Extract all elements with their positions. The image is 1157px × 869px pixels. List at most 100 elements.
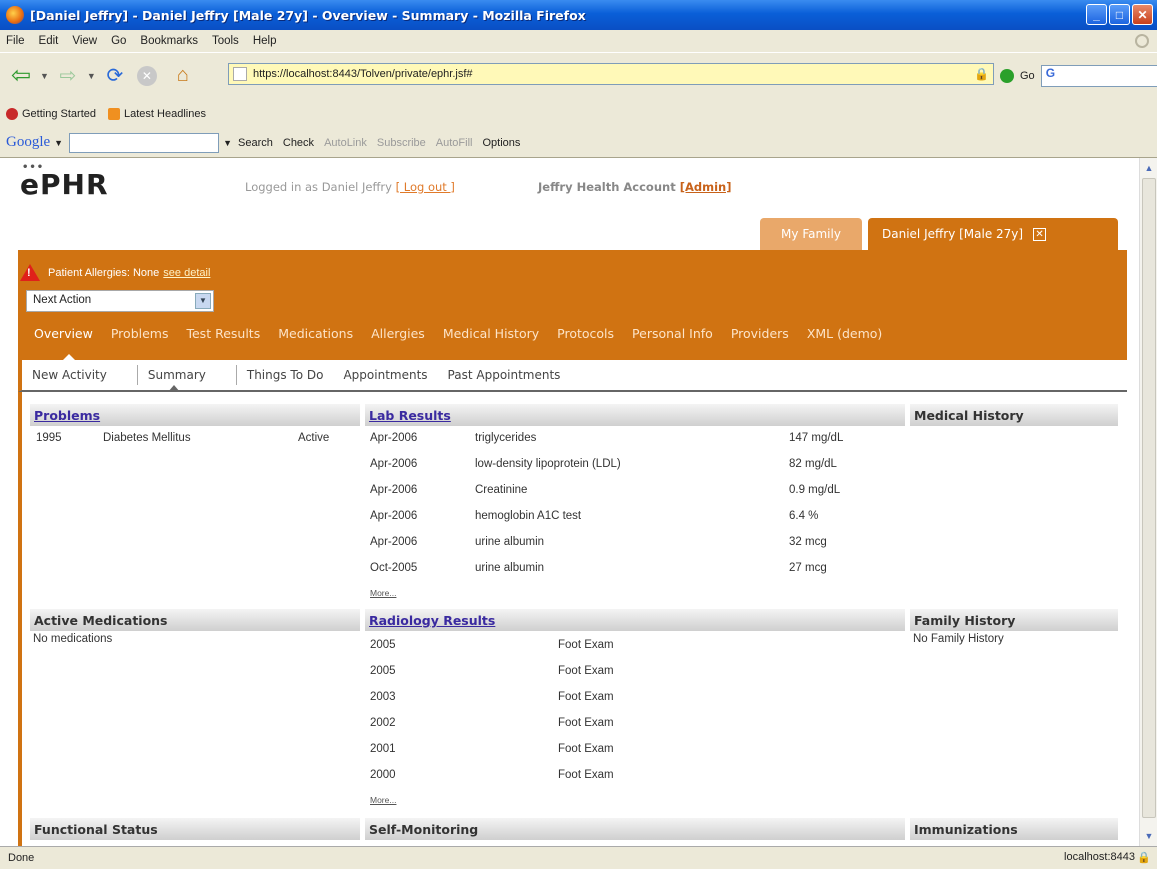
sub-nav: New Activity Summary Things To Do Appoin… <box>18 360 1127 392</box>
family-history-heading: Family History <box>910 609 1118 631</box>
menu-help[interactable]: Help <box>253 35 277 47</box>
menu-file[interactable]: File <box>6 35 25 47</box>
lab-value: 6.4 % <box>789 510 819 522</box>
lab-test[interactable]: hemoglobin A1C test <box>475 510 581 522</box>
security-lock-icon[interactable]: 🔒 <box>1137 851 1151 864</box>
google-toolbar: Google ▼ ▼ Search Check AutoLink Subscri… <box>0 128 1157 158</box>
admin-link[interactable]: [Admin] <box>680 180 732 194</box>
radiology-more-link[interactable]: More... <box>370 795 396 805</box>
google-input-dropdown-icon[interactable]: ▼ <box>223 138 232 148</box>
tab-patient[interactable]: Daniel Jeffry [Male 27y] ✕ <box>868 218 1118 250</box>
radiology-exam[interactable]: Foot Exam <box>558 639 614 651</box>
see-detail-link[interactable]: see detail <box>163 267 210 279</box>
radiology-exam[interactable]: Foot Exam <box>558 743 614 755</box>
back-arrow-icon[interactable]: ⇦ <box>6 61 36 91</box>
home-icon[interactable]: ⌂ <box>168 61 198 91</box>
rss-icon <box>108 108 120 120</box>
nav-allergies[interactable]: Allergies <box>371 326 425 341</box>
bookmark-latest-headlines[interactable]: Latest Headlines <box>108 108 206 120</box>
google-dropdown-icon[interactable]: ▼ <box>54 138 63 148</box>
google-autolink-button[interactable]: AutoLink <box>324 137 367 149</box>
active-subtab-indicator <box>168 385 180 392</box>
minimize-button[interactable]: _ <box>1086 4 1107 25</box>
address-bar[interactable]: https://localhost:8443/Tolven/private/ep… <box>228 63 994 85</box>
navigation-toolbar: ⇦ ▼ ⇨ ▼ ⟳ ✕ ⌂ https://localhost:8443/Tol… <box>0 52 1157 98</box>
subtab-divider <box>117 365 138 385</box>
nav-overview[interactable]: Overview <box>34 326 93 341</box>
menu-view[interactable]: View <box>72 35 97 47</box>
nav-problems[interactable]: Problems <box>111 326 169 341</box>
medical-history-heading: Medical History <box>910 404 1118 426</box>
menu-go[interactable]: Go <box>111 35 126 47</box>
scrollbar-thumb[interactable] <box>1142 178 1156 818</box>
go-icon[interactable] <box>1000 69 1014 83</box>
radiology-exam[interactable]: Foot Exam <box>558 717 614 729</box>
next-action-select[interactable]: Next Action ▼ <box>26 290 214 312</box>
subtab-things-to-do[interactable]: Things To Do <box>237 359 334 391</box>
nav-personal-info[interactable]: Personal Info <box>632 326 713 341</box>
lab-test[interactable]: urine albumin <box>475 536 544 548</box>
bookmark-getting-started[interactable]: Getting Started <box>6 108 96 120</box>
scroll-down-icon[interactable]: ▼ <box>1141 828 1157 844</box>
allergy-banner: ! Patient Allergies: None see detail <box>20 264 210 281</box>
nav-protocols[interactable]: Protocols <box>557 326 614 341</box>
radiology-exam[interactable]: Foot Exam <box>558 691 614 703</box>
lab-test[interactable]: triglycerides <box>475 432 536 444</box>
google-search-button[interactable]: Search <box>238 137 273 149</box>
lab-results-heading: Lab Results <box>365 404 905 426</box>
lock-icon[interactable]: 🔒 <box>974 67 989 81</box>
window-title: [Daniel Jeffry] - Daniel Jeffry [Male 27… <box>30 7 586 23</box>
forward-arrow-icon[interactable]: ⇨ <box>53 61 83 91</box>
google-search-input[interactable] <box>69 132 220 153</box>
back-dropdown-icon[interactable]: ▼ <box>40 71 49 81</box>
menu-edit[interactable]: Edit <box>39 35 59 47</box>
reload-icon[interactable]: ⟳ <box>100 61 130 91</box>
problems-link[interactable]: Problems <box>34 408 100 423</box>
menu-bookmarks[interactable]: Bookmarks <box>140 35 198 47</box>
nav-providers[interactable]: Providers <box>731 326 789 341</box>
vertical-scrollbar[interactable]: ▲ ▼ <box>1139 158 1157 846</box>
google-subscribe-button[interactable]: Subscribe <box>377 137 426 149</box>
nav-test-results[interactable]: Test Results <box>186 326 260 341</box>
google-options-button[interactable]: Options <box>482 137 520 149</box>
subtab-appointments[interactable]: Appointments <box>333 359 437 391</box>
nav-medications[interactable]: Medications <box>278 326 353 341</box>
search-box[interactable]: G <box>1040 65 1157 87</box>
stop-icon[interactable]: ✕ <box>136 65 157 86</box>
forward-dropdown-icon[interactable]: ▼ <box>87 71 96 81</box>
close-button[interactable]: ✕ <box>1132 4 1153 25</box>
lab-more-link[interactable]: More... <box>370 588 396 598</box>
lab-test[interactable]: urine albumin <box>475 562 544 574</box>
subtab-new-activity[interactable]: New Activity <box>22 359 117 391</box>
chevron-down-icon[interactable]: ▼ <box>195 293 211 309</box>
firefox-icon <box>6 6 24 24</box>
problem-name[interactable]: Diabetes Mellitus <box>103 432 191 444</box>
radiology-exam[interactable]: Foot Exam <box>558 665 614 677</box>
google-check-button[interactable]: Check <box>283 137 314 149</box>
radiology-year: 2002 <box>370 717 396 729</box>
subtab-past-appointments[interactable]: Past Appointments <box>438 359 571 391</box>
menu-bar: File Edit View Go Bookmarks Tools Help <box>0 30 1157 52</box>
scroll-up-icon[interactable]: ▲ <box>1141 160 1157 176</box>
maximize-button[interactable]: □ <box>1109 4 1130 25</box>
go-button[interactable]: Go <box>1020 70 1035 82</box>
lab-test[interactable]: low-density lipoprotein (LDL) <box>475 458 621 470</box>
radiology-exam[interactable]: Foot Exam <box>558 769 614 781</box>
logout-link[interactable]: [ Log out ] <box>396 180 455 194</box>
lab-test[interactable]: Creatinine <box>475 484 527 496</box>
close-tab-icon[interactable]: ✕ <box>1033 227 1047 241</box>
radiology-results-link[interactable]: Radiology Results <box>369 613 495 628</box>
menu-tools[interactable]: Tools <box>212 35 239 47</box>
tab-my-family[interactable]: My Family <box>760 218 862 250</box>
address-url: https://localhost:8443/Tolven/private/ep… <box>253 68 473 80</box>
tab-patient-label: Daniel Jeffry [Male 27y] <box>882 227 1024 241</box>
lab-results-link[interactable]: Lab Results <box>369 408 451 423</box>
bookmarks-toolbar: Getting Started Latest Headlines <box>0 100 1157 128</box>
logo-dots-icon: ••• <box>22 162 45 173</box>
nav-medical-history[interactable]: Medical History <box>443 326 539 341</box>
google-logo[interactable]: Google <box>6 134 50 151</box>
nav-xml-demo[interactable]: XML (demo) <box>807 326 883 341</box>
lab-date: Apr-2006 <box>370 432 418 444</box>
main-nav: Overview Problems Test Results Medicatio… <box>34 326 900 341</box>
google-autofill-button[interactable]: AutoFill <box>436 137 473 149</box>
